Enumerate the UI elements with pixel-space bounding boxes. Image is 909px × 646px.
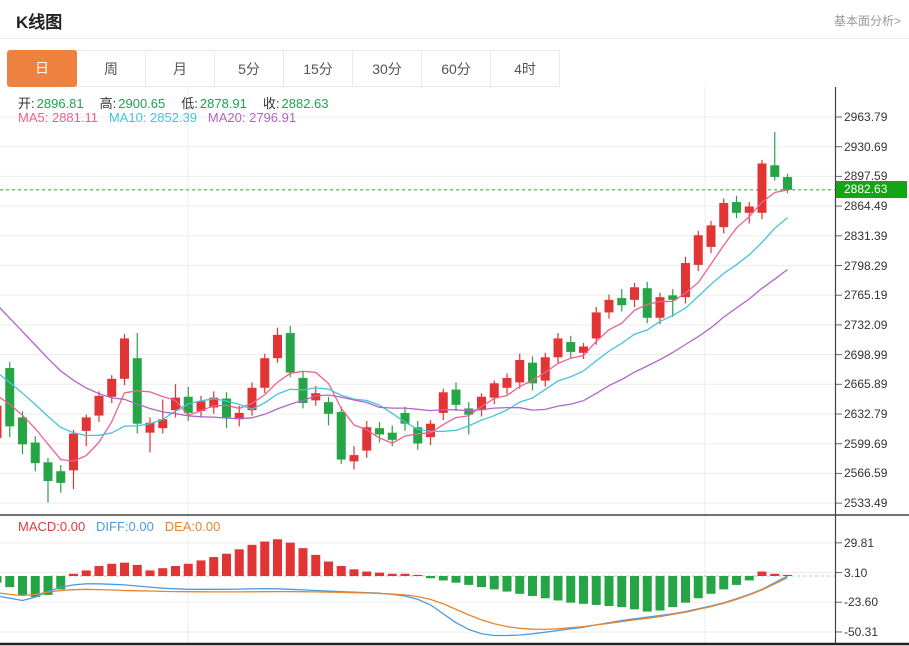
ma-legend: MA5: 2881.11 MA10: 2852.39 MA20: 2796.91 <box>18 110 296 125</box>
dea-value-legend: DEA:0.00 <box>165 519 221 534</box>
price-axis-label: 2864.49 <box>844 198 906 214</box>
macd-axis-label: -50.31 <box>844 624 906 640</box>
price-axis-label: 2566.59 <box>844 465 906 481</box>
macd-legend: MACD:0.00 DIFF:0.00 DEA:0.00 <box>18 519 220 534</box>
price-axis-label: 2632.79 <box>844 406 906 422</box>
open-value: 2896.81 <box>37 96 84 111</box>
high-value: 2900.65 <box>118 96 165 111</box>
price-axis-label: 2798.29 <box>844 258 906 274</box>
macd-axis-label: 29.81 <box>844 535 906 551</box>
ma10-legend: MA10: 2852.39 <box>109 110 208 125</box>
high-label: 高: <box>100 96 117 111</box>
diff-value-legend: DIFF:0.00 <box>96 519 165 534</box>
open-label: 开: <box>18 96 35 111</box>
ma20-legend: MA20: 2796.91 <box>208 110 296 125</box>
macd-value-legend: MACD:0.00 <box>18 519 96 534</box>
price-axis-label: 2963.79 <box>844 109 906 125</box>
macd-axis-label: 3.10 <box>844 565 906 581</box>
close-value: 2882.63 <box>282 96 329 111</box>
price-axis-label: 2831.39 <box>844 228 906 244</box>
tab-day[interactable]: 日 <box>7 50 77 87</box>
price-axis-label: 2765.19 <box>844 287 906 303</box>
low-label: 低: <box>181 96 198 111</box>
low-value: 2878.91 <box>200 96 247 111</box>
price-axis-label: 2533.49 <box>844 495 906 511</box>
price-axis-label: 2732.09 <box>844 317 906 333</box>
price-axis-label: 2698.99 <box>844 347 906 363</box>
current-price-badge: 2882.63 <box>836 181 907 198</box>
price-axis-label: 2665.89 <box>844 376 906 392</box>
macd-axis-label: -23.60 <box>844 594 906 610</box>
price-axis-label: 2599.69 <box>844 436 906 452</box>
price-axis-label: 2930.69 <box>844 139 906 155</box>
ma5-legend: MA5: 2881.11 <box>18 110 109 125</box>
close-label: 收: <box>263 96 280 111</box>
